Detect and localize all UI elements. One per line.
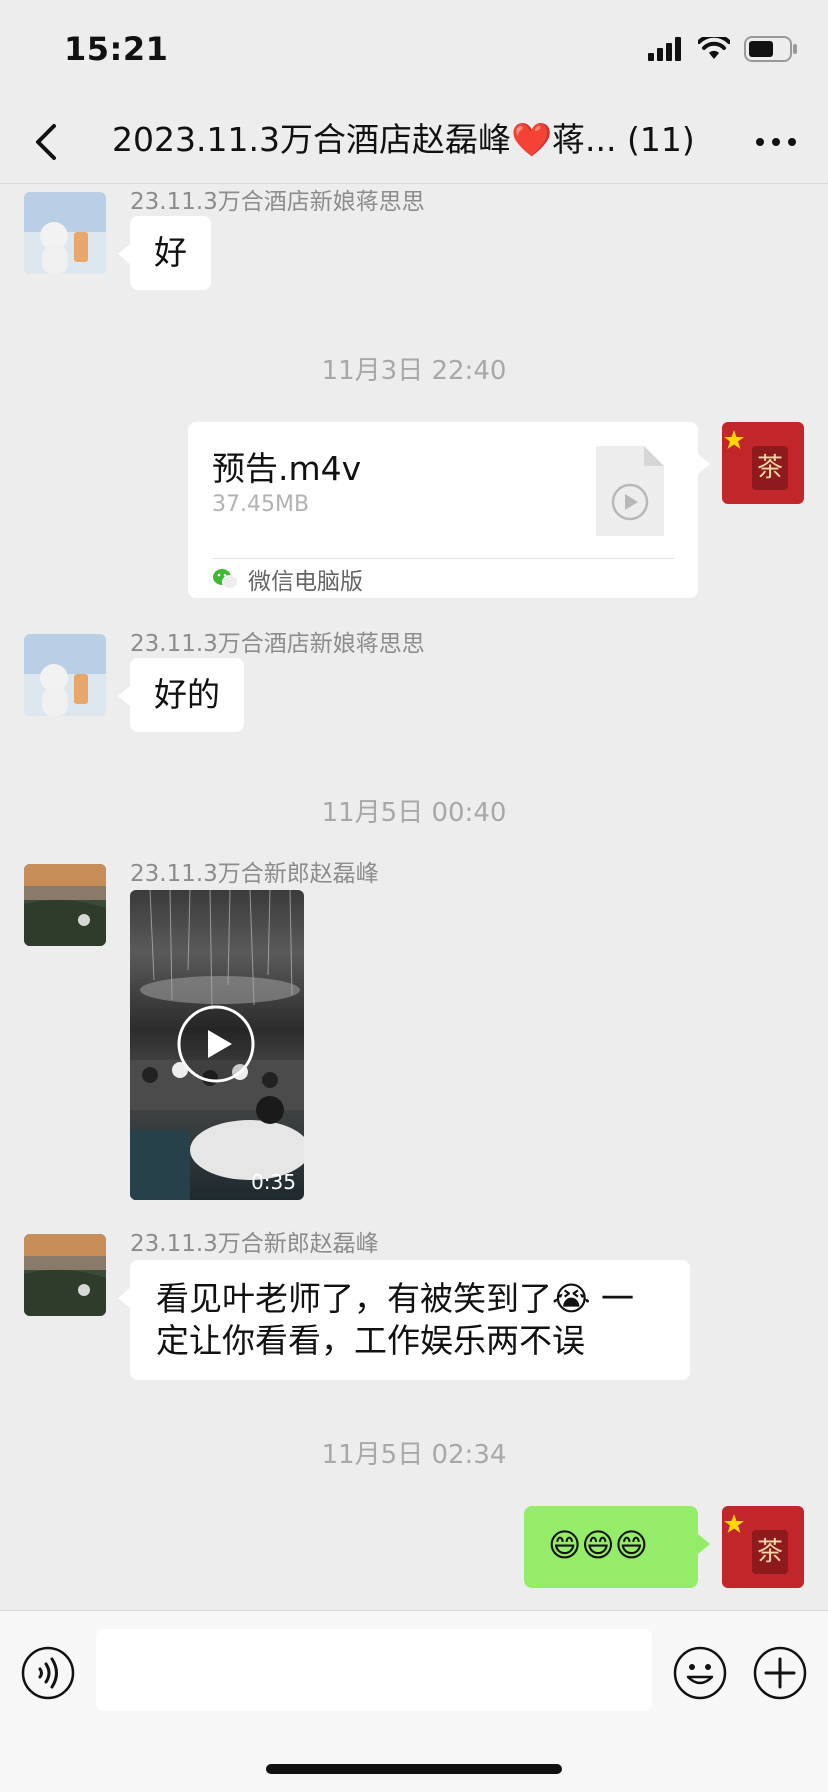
video-message[interactable]: 0:35 xyxy=(130,890,304,1200)
sender-name: 23.11.3万合新郎赵磊峰 xyxy=(130,1231,379,1257)
sender-name: 23.11.3万合新郎赵磊峰 xyxy=(130,861,379,887)
message-timestamp: 11月3日 22:40 xyxy=(321,356,507,386)
message-input[interactable] xyxy=(96,1629,652,1711)
avatar-self[interactable]: 茶 xyxy=(722,1506,804,1588)
home-indicator xyxy=(266,1764,562,1774)
avatar-bride[interactable] xyxy=(24,634,106,716)
file-message[interactable]: 预告.m4v 37.45MB 微信电脑版 xyxy=(188,422,710,598)
status-time: 15:21 xyxy=(64,30,169,68)
svg-text:茶: 茶 xyxy=(757,453,783,483)
video-duration: 0:35 xyxy=(251,1170,296,1194)
sender-name: 23.11.3万合酒店新娘蒋思思 xyxy=(130,631,425,657)
wechat-icon xyxy=(213,569,238,589)
sender-name: 23.11.3万合酒店新娘蒋思思 xyxy=(130,189,425,215)
file-source: 微信电脑版 xyxy=(212,564,363,595)
message-text-line: 定让你看看，工作娱乐两不误 xyxy=(156,1321,585,1360)
svg-text:茶: 茶 xyxy=(757,1537,783,1567)
avatar-groom[interactable] xyxy=(24,1234,106,1316)
message-timestamp: 11月5日 00:40 xyxy=(321,798,507,828)
message-bubble[interactable]: 好 xyxy=(118,216,211,290)
more-options-icon[interactable] xyxy=(752,124,800,160)
chat-title: 2023.11.3万合酒店赵磊峰❤️蒋... (11) xyxy=(112,120,695,159)
file-name: 预告.m4v xyxy=(212,449,362,488)
message-text: 😄😄😄 xyxy=(548,1526,649,1564)
signal-icon xyxy=(648,37,681,61)
plus-icon[interactable] xyxy=(752,1645,808,1701)
file-size: 37.45MB xyxy=(212,492,310,517)
message-list[interactable]: 23.11.3万合酒店新娘蒋思思 好 11月3日 22:40 预告.m4v 37… xyxy=(0,184,828,1610)
emoji-icon[interactable] xyxy=(672,1645,728,1701)
video-file-icon xyxy=(596,446,664,536)
voice-input-icon[interactable] xyxy=(20,1645,76,1701)
battery-icon xyxy=(744,36,797,62)
avatar-groom[interactable] xyxy=(24,864,106,946)
back-icon[interactable] xyxy=(26,120,70,164)
message-bubble[interactable]: 看见叶老师了，有被笑到了😭 一 定让你看看，工作娱乐两不误 xyxy=(118,1260,690,1380)
chat-header: 2023.11.3万合酒店赵磊峰❤️蒋... (11) xyxy=(0,100,828,184)
message-bubble[interactable]: 好的 xyxy=(118,658,244,732)
avatar-self[interactable]: 茶 xyxy=(722,422,804,504)
message-bubble[interactable]: 😄😄😄 xyxy=(524,1506,710,1588)
avatar-bride[interactable] xyxy=(24,192,106,274)
divider xyxy=(212,558,674,559)
file-source-label: 微信电脑版 xyxy=(248,569,363,595)
status-bar: 15:21 xyxy=(0,0,828,100)
play-icon[interactable] xyxy=(176,1004,256,1084)
message-text-line: 看见叶老师了，有被笑到了😭 一 xyxy=(156,1279,635,1318)
status-icons xyxy=(648,36,798,62)
wifi-icon xyxy=(698,37,730,59)
message-timestamp: 11月5日 02:34 xyxy=(321,1440,507,1470)
